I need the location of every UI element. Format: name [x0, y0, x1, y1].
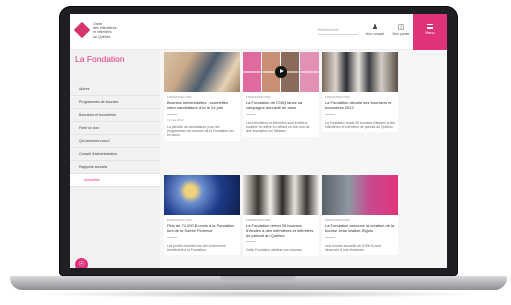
divider	[167, 236, 177, 238]
account-button[interactable]: ♟ Mon compte	[364, 24, 386, 36]
news-card[interactable]: FONDATION OIIQ La Fondation dévoile ses …	[322, 52, 398, 133]
sidebar: La Fondation Autres Programmes de bourse…	[70, 50, 160, 268]
sidebar-item-programmes[interactable]: Programmes de bourses	[70, 96, 160, 109]
news-card-title[interactable]: La Fondation dévoile ses boursiers et bo…	[322, 99, 398, 111]
sidebar-item-actualites[interactable]: Actualités	[70, 174, 160, 187]
news-card[interactable]: FONDATION OIIQ La Fondation annonce la c…	[322, 175, 398, 256]
news-card[interactable]: FONDATION OIIQ Bourses universitaires : …	[164, 52, 240, 141]
news-card-excerpt: Une bourse annuelle de 5 000 $ sera déce…	[325, 243, 381, 252]
site-header: Ordre des infirmières et infirmiers du Q…	[70, 14, 447, 50]
news-card-category: FONDATION OIIQ	[246, 218, 271, 222]
logo-mark-icon	[73, 22, 91, 39]
divider	[167, 113, 177, 115]
news-card-image	[322, 52, 398, 92]
site-logo[interactable]: Ordre des infirmières et infirmiers du Q…	[73, 22, 133, 39]
news-card-excerpt: Les infirmières et infirmiers sont invit…	[246, 120, 310, 134]
hamburger-icon	[427, 24, 433, 29]
search-input[interactable]: Rechercher	[318, 27, 358, 35]
news-card-category: FONDATION OIIQ	[325, 95, 350, 99]
news-card-excerpt: La période de candidature pour les progr…	[167, 124, 234, 138]
sidebar-item-boursiers[interactable]: Boursiers et boursières	[70, 109, 160, 122]
cart-label: Mon panier	[392, 32, 410, 36]
menu-label: Menu	[425, 31, 435, 35]
accessibility-button[interactable]: ☉	[75, 258, 88, 268]
news-card-image	[322, 175, 398, 215]
logo-line: du Québec	[93, 34, 111, 39]
cart-icon: ◫	[397, 24, 405, 31]
news-card[interactable]: FONDATION OIIQ La Fondation remet 26 bou…	[243, 175, 319, 256]
divider	[246, 113, 256, 115]
page-title: La Fondation	[75, 54, 125, 64]
news-card-excerpt: Les profits récoltés lors de l'événement…	[167, 243, 226, 252]
news-card-title[interactable]: La Fondation de l'OIIQ lance sa campagne…	[243, 99, 319, 111]
user-icon: ♟	[371, 24, 379, 31]
accessibility-icon: ☉	[78, 261, 85, 268]
divider	[325, 113, 335, 115]
sidebar-item-don[interactable]: Faire un don	[70, 122, 160, 135]
menu-button[interactable]: Menu	[413, 14, 447, 50]
news-grid: FONDATION OIIQ Bourses universitaires : …	[161, 50, 447, 268]
sidebar-item-autres[interactable]: Autres	[70, 83, 160, 96]
news-card[interactable]: FONDATION OIIQ Plus de 74 000 $ remis à …	[164, 175, 240, 256]
play-icon[interactable]	[275, 66, 287, 78]
sidebar-nav: Autres Programmes de bourses Boursiers e…	[70, 83, 160, 187]
news-card-category: FONDATION OIIQ	[167, 218, 192, 222]
divider	[325, 236, 335, 238]
news-card-excerpt: Cette Fondation attribue ces bourses.	[246, 248, 303, 253]
news-card-title[interactable]: Bourses universitaires : soumettez votre…	[164, 99, 240, 111]
account-label: Mon compte	[365, 32, 385, 36]
news-card-image	[164, 175, 240, 215]
news-card-image	[243, 175, 319, 215]
cart-button[interactable]: ◫ Mon panier	[390, 24, 412, 36]
laptop-shadow	[30, 290, 487, 298]
logo-text: Ordre des infirmières et infirmiers du Q…	[93, 22, 133, 39]
sidebar-item-qui-sommes-nous[interactable]: Qui sommes-nous?	[70, 135, 160, 148]
news-card-title[interactable]: La Fondation remet 26 bourses d'études à…	[243, 222, 319, 238]
news-card-title[interactable]: La Fondation annonce la création de la b…	[322, 222, 398, 234]
news-card-category: FONDATION OIIQ	[167, 95, 192, 99]
divider	[246, 241, 256, 243]
news-card-category: FONDATION OIIQ	[246, 95, 271, 99]
news-card[interactable]: FONDATION OIIQ La Fondation de l'OIIQ la…	[243, 52, 319, 137]
news-card-category: FONDATION OIIQ	[325, 218, 350, 222]
news-card-image	[243, 52, 319, 92]
news-card-image	[164, 52, 240, 92]
sidebar-item-rapports[interactable]: Rapports annuels	[70, 161, 160, 174]
laptop-notch	[220, 276, 296, 281]
news-card-excerpt: La Fondation remet 26 bourses d'études à…	[325, 120, 396, 129]
news-card-title[interactable]: Plus de 74 000 $ remis à la Fondation lo…	[164, 222, 240, 234]
sidebar-item-conseil[interactable]: Conseil d'administration	[70, 148, 160, 161]
laptop-screen: Ordre des infirmières et infirmiers du Q…	[70, 14, 447, 268]
